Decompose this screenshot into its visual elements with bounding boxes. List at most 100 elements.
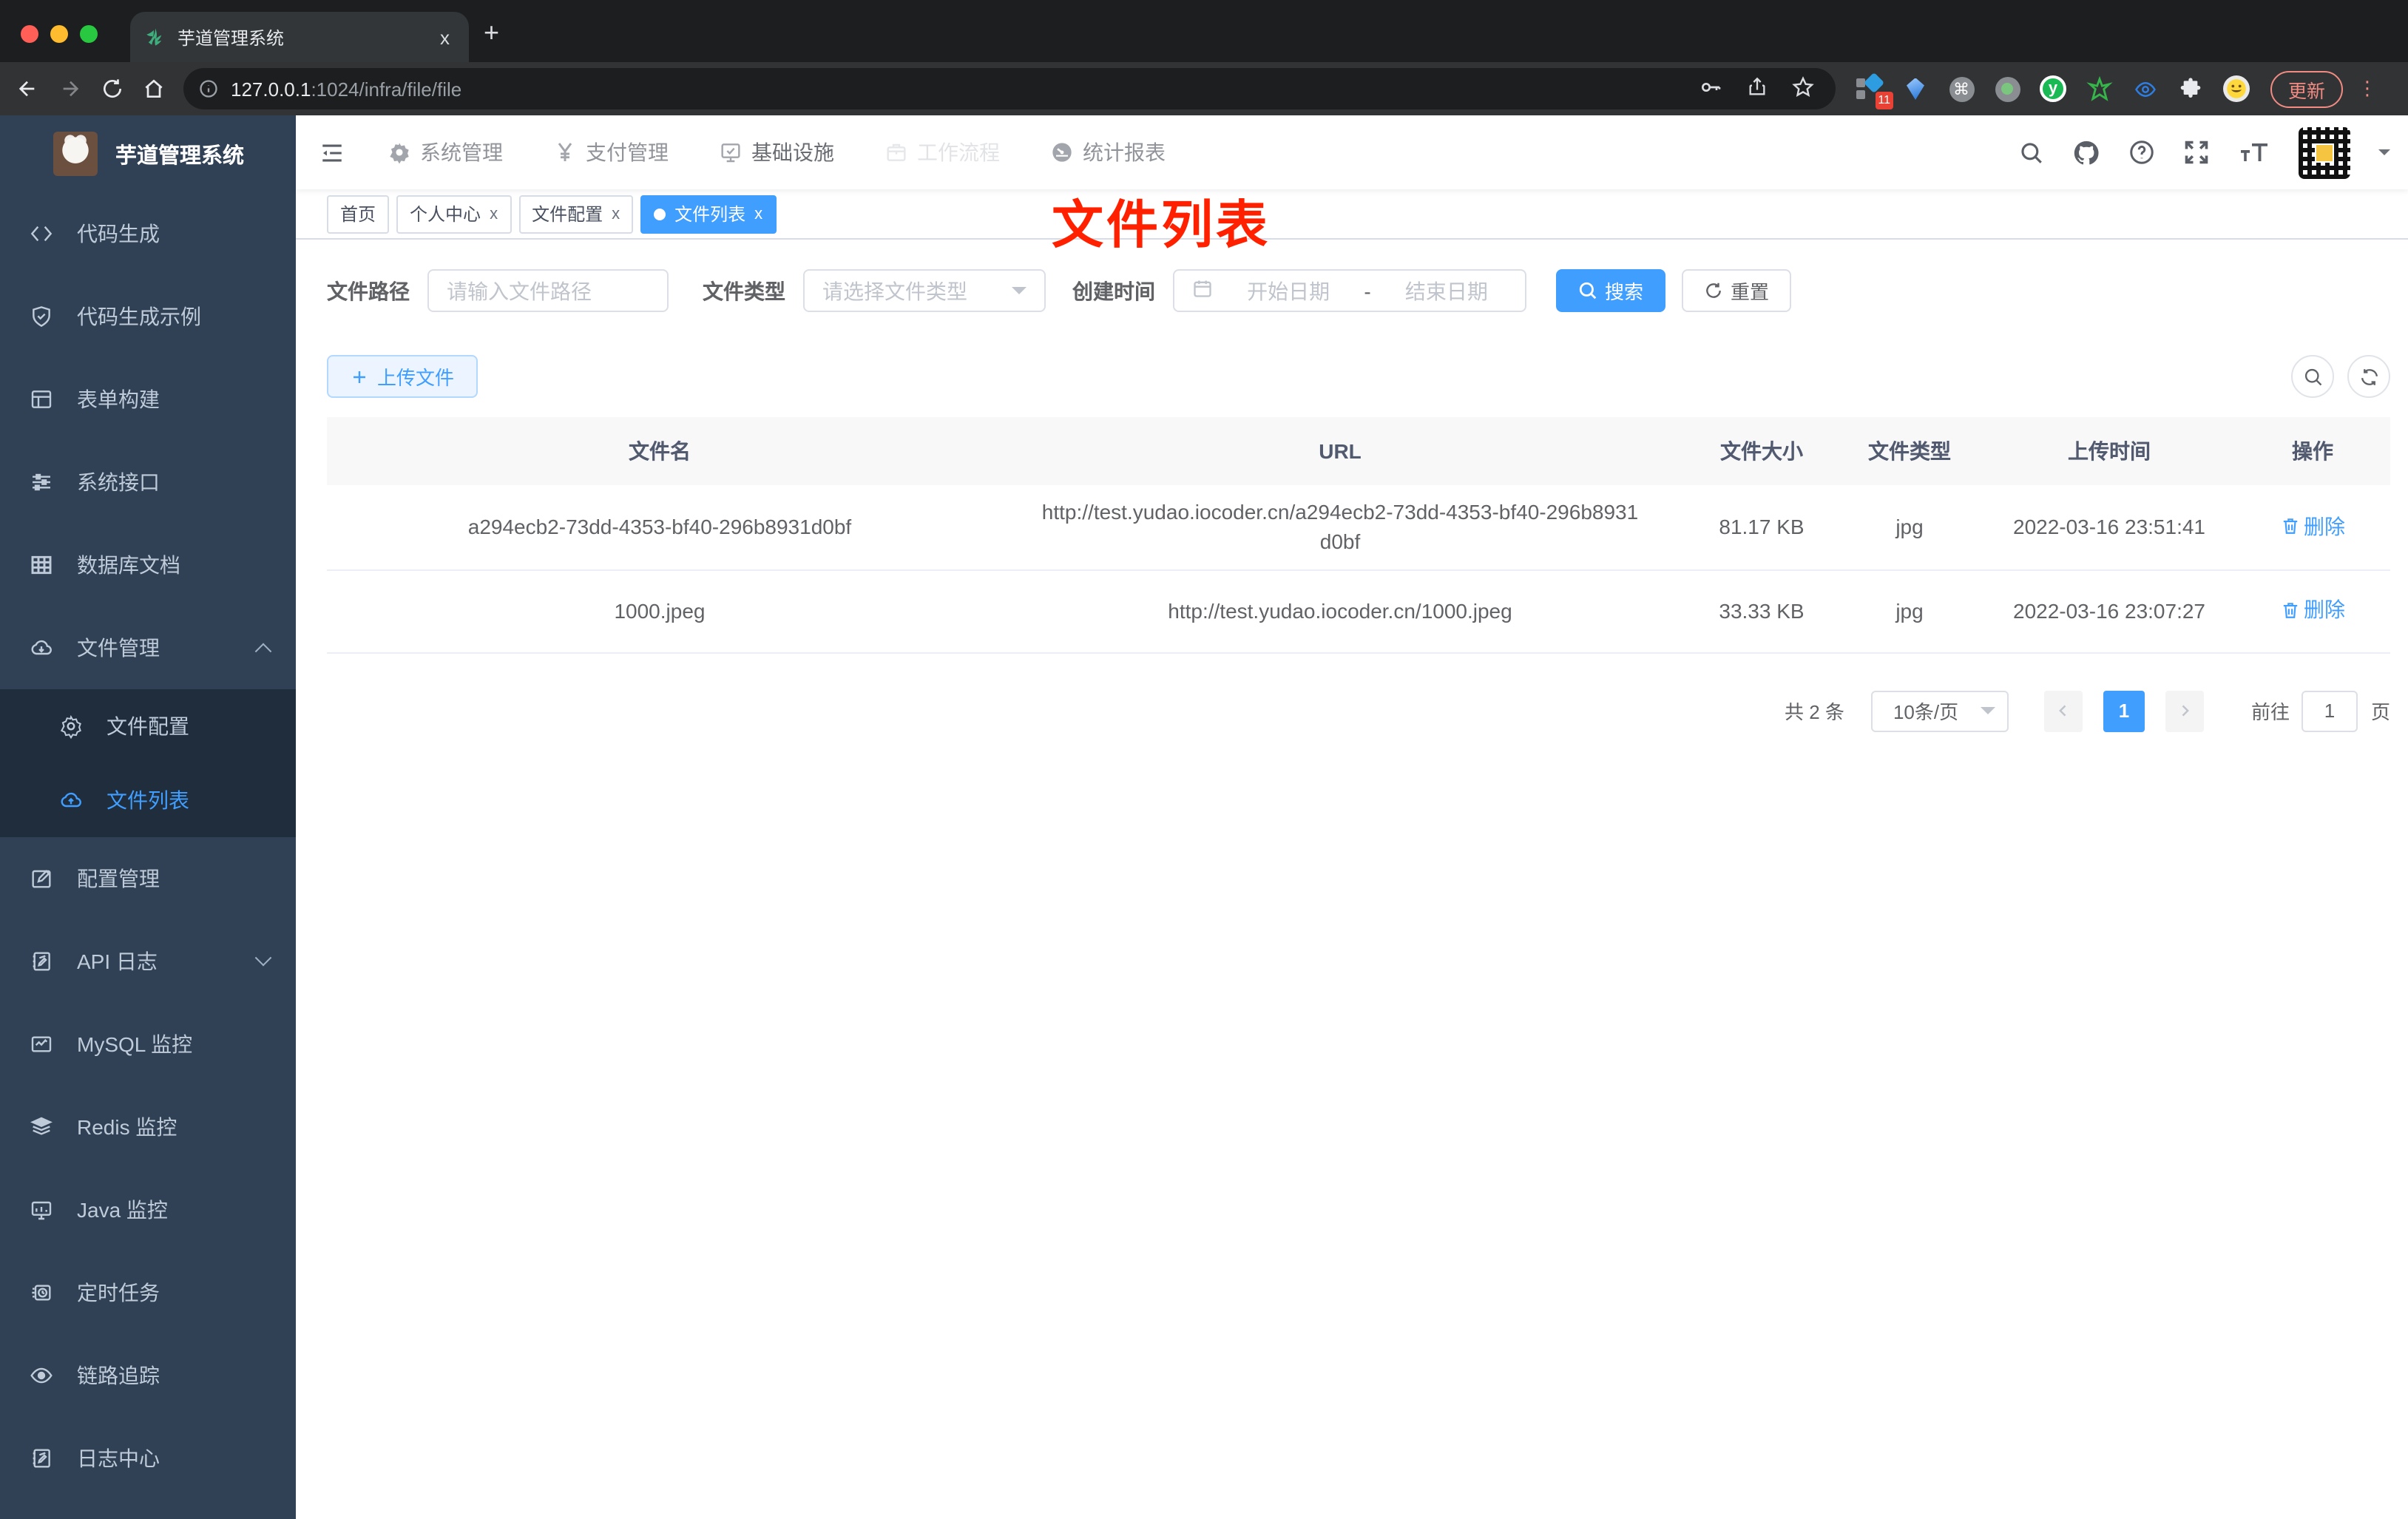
sidebar-item-log-center[interactable]: 日志中心 — [0, 1417, 296, 1500]
goto-page-input[interactable]: 1 — [2301, 690, 2358, 731]
share-icon[interactable] — [1747, 75, 1768, 103]
monitor-check-icon — [719, 141, 743, 164]
extensions-bar: 11 ⌘ y — [1856, 72, 2250, 109]
log-icon — [30, 1447, 53, 1470]
extension-pinned-icon[interactable]: 11 — [1856, 72, 1893, 109]
tab-close-icon[interactable]: x — [436, 26, 454, 48]
extension-command-icon[interactable]: ⌘ — [1948, 75, 1975, 102]
delete-button[interactable]: 删除 — [2280, 511, 2345, 541]
cell-upload-time: 2022-03-16 23:51:41 — [1983, 485, 2235, 570]
top-menu-workflow[interactable]: 工作流程 — [885, 138, 1000, 167]
sidebar-item-label: 文件列表 — [106, 788, 189, 812]
tag-tab[interactable]: 个人中心 x — [396, 194, 512, 233]
close-window-button[interactable] — [21, 25, 38, 43]
extension-emoji-icon[interactable] — [2223, 75, 2250, 102]
maximize-window-button[interactable] — [80, 25, 98, 43]
reset-button[interactable]: 重置 — [1682, 269, 1792, 312]
omnibox-actions — [1698, 75, 1815, 103]
next-page-button[interactable] — [2165, 690, 2204, 731]
extension-recorder-icon[interactable] — [1994, 75, 2020, 102]
extension-gem-icon[interactable] — [1902, 75, 1929, 102]
sidebar-item-file-management[interactable]: 文件管理 — [0, 606, 296, 689]
column-header: 文件类型 — [1836, 417, 1983, 485]
show-search-toggle-button[interactable] — [2291, 355, 2334, 398]
tag-label: 个人中心 — [410, 204, 481, 225]
site-info-icon[interactable] — [198, 78, 219, 99]
upload-file-button[interactable]: 上传文件 — [327, 355, 478, 398]
sidebar-item-redis-monitor[interactable]: Redis 监控 — [0, 1086, 296, 1168]
sidebar-item-file-list[interactable]: 文件列表 — [0, 763, 296, 837]
back-icon[interactable] — [15, 77, 40, 101]
top-menu-statistics-report[interactable]: 统计报表 — [1050, 138, 1166, 167]
current-page-button[interactable]: 1 — [2103, 690, 2145, 731]
sidebar-item-form-builder[interactable]: 表单构建 — [0, 358, 296, 441]
extension-puzzle-icon[interactable] — [2177, 75, 2204, 102]
sidebar-logo[interactable]: 芋道管理系统 — [0, 115, 296, 192]
tag-tab[interactable]: 文件列表 x — [640, 194, 777, 233]
file-type-select[interactable]: 请选择文件类型 — [803, 269, 1046, 312]
sidebar-item-config-management[interactable]: 配置管理 — [0, 837, 296, 920]
refresh-table-button[interactable] — [2347, 355, 2390, 398]
file-path-input[interactable]: 请输入文件路径 — [427, 269, 669, 312]
url-bar[interactable]: 127.0.0.1:1024/infra/file/file — [183, 68, 1836, 109]
password-key-icon[interactable] — [1698, 75, 1723, 103]
column-header: 操作 — [2235, 417, 2390, 485]
extension-star-icon[interactable] — [2086, 75, 2112, 102]
browser-tab[interactable]: 芋道管理系统 x — [130, 12, 469, 62]
sidebar-item-scheduled-task[interactable]: 定时任务 — [0, 1251, 296, 1334]
top-menu-payment-management[interactable]: 支付管理 — [553, 138, 669, 167]
gear-fill-icon — [388, 141, 411, 164]
search-icon[interactable] — [2019, 140, 2044, 165]
home-icon[interactable] — [142, 77, 166, 101]
avatar-caret-down-icon[interactable] — [2378, 149, 2390, 161]
sidebar-item-db-doc[interactable]: 数据库文档 — [0, 524, 296, 606]
edit-icon — [30, 867, 53, 890]
help-icon[interactable] — [2128, 139, 2155, 166]
top-menu-system-management[interactable]: 系统管理 — [388, 138, 503, 167]
delete-button[interactable]: 删除 — [2280, 595, 2345, 625]
page-content: 文件路径 请输入文件路径 文件类型 请选择文件类型 创建时间 开始日期 - 结束… — [296, 240, 2408, 1519]
forward-icon[interactable] — [58, 77, 83, 101]
new-tab-button[interactable]: + — [484, 19, 499, 46]
sidebar-item-label: Redis 监控 — [77, 1115, 177, 1139]
github-icon[interactable] — [2072, 138, 2100, 166]
browser-menu-icon[interactable]: ⋮ — [2358, 78, 2377, 98]
reload-icon[interactable] — [101, 77, 124, 101]
fullscreen-icon[interactable] — [2183, 139, 2210, 166]
font-size-icon[interactable] — [2238, 139, 2270, 166]
date-end-placeholder[interactable]: 结束日期 — [1386, 276, 1507, 305]
select-caret-icon — [1012, 287, 1027, 302]
browser-update-button[interactable]: 更新 — [2270, 70, 2344, 107]
tag-close-icon[interactable]: x — [490, 205, 498, 223]
tag-close-icon[interactable]: x — [754, 205, 762, 223]
app: 芋道管理系统 代码生成 代码生成示例 表单构建 系统接口 数据库文档 文件管理 … — [0, 115, 2408, 1519]
page-size-select[interactable]: 10条/页 — [1870, 690, 2009, 731]
date-range-input[interactable]: 开始日期 - 结束日期 — [1173, 269, 1526, 312]
logo-avatar — [53, 132, 98, 176]
tag-tab[interactable]: 首页 — [327, 194, 390, 233]
tag-close-icon[interactable]: x — [612, 205, 620, 223]
sidebar-item-code-generation-example[interactable]: 代码生成示例 — [0, 275, 296, 358]
sidebar-item-tracing[interactable]: 链路追踪 — [0, 1334, 296, 1417]
sidebar-item-system-api[interactable]: 系统接口 — [0, 441, 296, 524]
sidebar-item-java-monitor[interactable]: Java 监控 — [0, 1168, 296, 1251]
minimize-window-button[interactable] — [50, 25, 68, 43]
sidebar-item-code-generation[interactable]: 代码生成 — [0, 192, 296, 275]
bookmark-star-icon[interactable] — [1791, 75, 1815, 103]
cloud-down-icon — [30, 636, 53, 660]
sidebar-item-file-config[interactable]: 文件配置 — [0, 689, 296, 763]
extension-eye-icon[interactable] — [2131, 75, 2158, 102]
sidebar-item-api-log[interactable]: API 日志 — [0, 920, 296, 1003]
extension-y-icon[interactable]: y — [2040, 75, 2066, 102]
top-menu-infrastructure[interactable]: 基础设施 — [719, 138, 834, 167]
pagination-total: 共 2 条 — [1785, 701, 1844, 723]
avatar[interactable] — [2299, 126, 2350, 178]
prev-page-button[interactable] — [2043, 690, 2083, 731]
window-controls — [21, 25, 98, 43]
date-start-placeholder[interactable]: 开始日期 — [1228, 276, 1349, 305]
tag-label: 首页 — [340, 204, 376, 225]
search-button[interactable]: 搜索 — [1556, 269, 1666, 312]
sidebar-item-mysql-monitor[interactable]: MySQL 监控 — [0, 1003, 296, 1086]
tag-tab[interactable]: 文件配置 x — [518, 194, 634, 233]
collapse-sidebar-icon[interactable] — [318, 140, 346, 165]
